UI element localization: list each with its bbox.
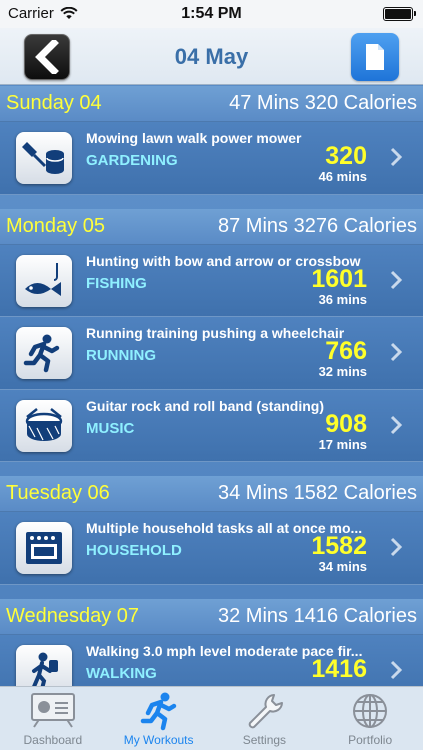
battery-icon [383,7,416,21]
dashboard-icon [30,693,75,728]
day-name: Wednesday 07 [6,604,140,627]
workout-row[interactable]: Guitar rock and roll band (standing) MUSI… [0,389,423,462]
status-bar: Carrier 1:54 PM [0,0,423,28]
globe-icon [353,694,388,728]
battery-level [385,9,411,19]
navigation-bar: 04 May [0,28,423,85]
workout-row[interactable]: Running training pushing a wheelchair RUN… [0,317,423,390]
chevron-right-icon [390,342,403,362]
day-header: Sunday 04 47 Mins 320 Calories [0,86,423,122]
tab-my-workouts[interactable]: My Workouts [106,687,212,750]
tab-settings[interactable]: Settings [212,687,318,750]
tab-label: Dashboard [23,733,83,747]
tab-label: Settings [242,733,287,747]
tab-label: My Workouts [123,733,194,747]
chevron-right-icon [390,270,403,289]
workout-row[interactable]: Walking 3.0 mph level moderate pace fir.… [0,634,423,686]
workout-calories: 766 [325,337,367,365]
chevron-right-icon [390,660,403,679]
document-button[interactable] [351,33,399,81]
tab-label: Portfolio [348,733,393,747]
workout-category: WALKING [86,664,157,682]
day-summary: 47 Mins 320 Calories [229,92,417,114]
workout-calories: 1601 [311,264,367,293]
workout-minutes: 17 mins [318,436,367,452]
workout-row[interactable]: Mowing lawn walk power mower GARDENING 320… [0,122,423,195]
gardening-icon [16,132,72,184]
tab-portfolio[interactable]: Portfolio [317,687,423,750]
chevron-right-icon [390,147,403,167]
day-name: Sunday 04 [6,92,102,114]
day-section: Sunday 04 47 Mins 320 Calories Mowing lawn… [0,86,423,195]
day-header: Tuesday 06 34 Mins 1582 Calories [0,476,423,512]
status-time: 1:54 PM [181,5,242,22]
runner-tab-icon [140,692,176,731]
workout-minutes: 34 mins [318,559,367,574]
workout-category: GARDENING [86,152,178,169]
day-header: Monday 05 87 Mins 3276 Calories [0,208,423,245]
workout-category: MUSIC [86,419,135,437]
chevron-right-icon [390,537,403,557]
day-section: Tuesday 06 34 Mins 1582 Calories Multiple … [0,476,423,585]
workout-row[interactable]: Multiple household tasks all at once mo.… [0,512,423,585]
day-summary: 34 Mins 1582 Calories [218,482,417,504]
day-section: Wednesday 07 32 Mins 1416 Calories Walking… [0,598,423,686]
wrench-icon [249,694,284,729]
tab-dashboard[interactable]: Dashboard [0,687,106,750]
drum-icon [16,399,72,452]
day-summary: 32 Mins 1416 Calories [218,604,417,627]
workout-category: HOUSEHOLD [86,542,182,559]
runner-icon [16,327,72,379]
workout-calories: 908 [325,409,367,438]
day-header: Wednesday 07 32 Mins 1416 Calories [0,598,423,635]
oven-icon [16,522,72,574]
workout-minutes: 32 mins [318,364,367,379]
workout-calories: 320 [325,142,367,170]
fish-icon [16,254,72,307]
workout-category: FISHING [86,274,147,292]
workout-minutes: 36 mins [318,291,367,307]
day-summary: 87 Mins 3276 Calories [218,214,417,237]
workout-list[interactable]: Sunday 04 47 Mins 320 Calories Mowing lawn… [0,86,423,686]
day-name: Tuesday 06 [6,482,110,504]
workout-calories: 1416 [311,654,367,683]
tab-bar: Dashboard My Workouts Settings Portfolio [0,686,423,750]
workout-category: RUNNING [86,347,156,364]
document-icon [366,44,384,70]
day-name: Monday 05 [6,214,105,237]
day-section: Monday 05 87 Mins 3276 Calories Hunting wi… [0,208,423,462]
chevron-right-icon [390,415,403,434]
workout-minutes: 46 mins [318,169,367,184]
walker-icon [16,644,72,686]
workout-calories: 1582 [311,532,367,560]
workout-row[interactable]: Hunting with bow and arrow or crossbow FI… [0,244,423,317]
